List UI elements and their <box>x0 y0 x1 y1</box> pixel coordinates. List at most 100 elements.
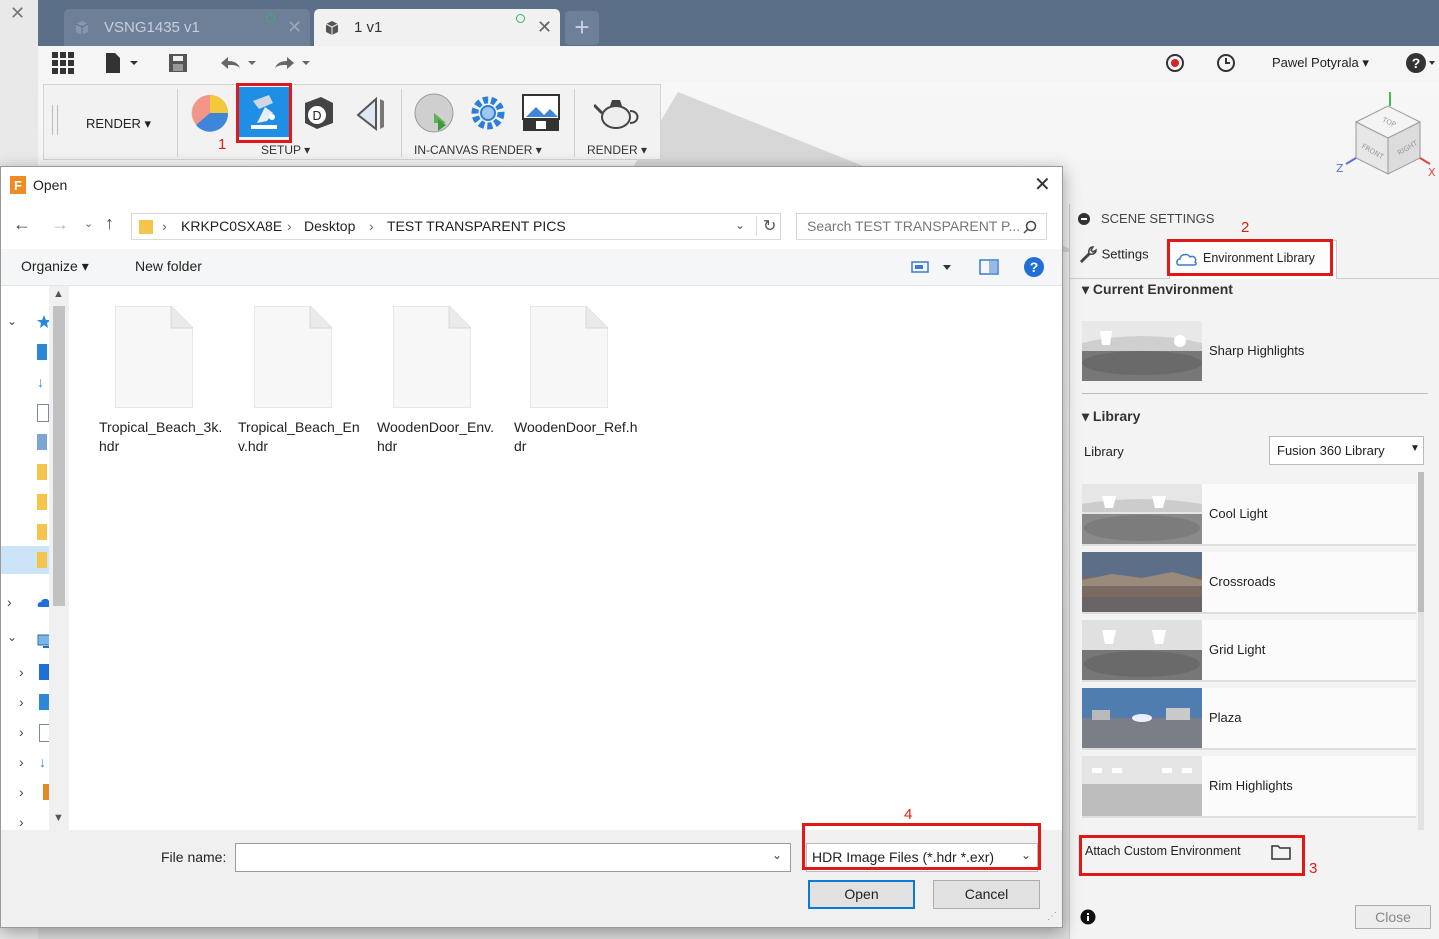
viewcube[interactable]: TOP FRONT RIGHT Z X <box>1334 88 1439 198</box>
cancel-button[interactable]: Cancel <box>933 880 1040 909</box>
library-select[interactable]: Fusion 360 Library ▼ <box>1269 436 1424 465</box>
chevron-down-icon[interactable]: ⌄ <box>7 314 17 328</box>
recent-locations-chevron-icon[interactable]: ⌄ <box>84 217 93 230</box>
forward-arrow-icon[interactable]: → <box>51 214 69 235</box>
breadcrumb[interactable]: › KRKPC0SXA8E › Desktop › TEST TRANSPARE… <box>131 213 781 240</box>
setup-group-label[interactable]: SETUP ▾ <box>261 143 310 157</box>
scroll-thumb[interactable] <box>53 306 65 606</box>
file-name-input[interactable]: ⌄ <box>235 843 791 872</box>
refresh-icon[interactable]: ↻ <box>756 216 776 236</box>
in-canvas-render-settings-gear-icon[interactable] <box>466 91 510 135</box>
in-canvas-render-icon[interactable] <box>414 91 458 135</box>
file-name: WoodenDoor_Ref.hdr <box>514 419 638 454</box>
new-tab-button[interactable]: + <box>565 11 599 45</box>
new-folder-button[interactable]: New folder <box>135 258 202 274</box>
document-tab-inactive[interactable]: VSNG1435 v1 ✕ <box>64 9 310 46</box>
chevron-down-icon[interactable]: ⌄ <box>7 630 17 644</box>
organize-menu[interactable]: Organize ▾ <box>21 258 89 275</box>
navigation-pane[interactable]: ⌄ ↓ › ⌄ › › › › ↓ › › ▲ ▼ <box>1 286 69 830</box>
svg-text:?: ? <box>1412 55 1421 71</box>
scene-settings-panel: SCENE SETTINGS Settings Environment Libr… <box>1069 204 1439 939</box>
user-account-menu[interactable]: Pawel Potyrala ▾ <box>1272 55 1369 71</box>
decal-icon[interactable] <box>350 93 390 133</box>
scroll-down-icon[interactable]: ▼ <box>53 812 64 824</box>
chevron-right-icon[interactable]: › <box>19 724 24 740</box>
file-icon <box>530 306 608 408</box>
folder-icon <box>37 524 47 540</box>
close-button[interactable]: Close <box>1355 905 1431 929</box>
file-name: Tropical_Beach_3k.hdr <box>99 419 223 454</box>
environment-item-rim-highlights[interactable]: Rim Highlights <box>1082 756 1416 818</box>
environment-item-cool-light[interactable]: Cool Light <box>1082 484 1416 546</box>
record-icon[interactable] <box>1165 53 1185 73</box>
save-icon[interactable] <box>168 52 188 74</box>
drive-icon <box>39 664 49 680</box>
breadcrumb-item[interactable]: TEST TRANSPARENT PICS <box>387 218 566 234</box>
help-icon[interactable]: ? <box>1024 257 1044 277</box>
selected-nav-row[interactable] <box>1 546 51 574</box>
chevron-down-icon[interactable]: ⌄ <box>735 218 745 232</box>
up-arrow-icon[interactable]: ↑ <box>105 213 114 234</box>
render-group-label[interactable]: RENDER ▾ <box>587 143 647 157</box>
environment-name: Sharp Highlights <box>1209 343 1305 358</box>
appearance-icon[interactable] <box>190 93 230 133</box>
close-window-icon[interactable]: ✕ <box>10 3 25 24</box>
file-name-label: File name: <box>161 849 227 865</box>
documents-icon <box>37 404 49 422</box>
z-axis-label: Z <box>1336 162 1344 175</box>
back-arrow-icon[interactable]: ← <box>13 214 31 235</box>
in-canvas-render-group-label[interactable]: IN-CANVAS RENDER ▾ <box>414 143 542 157</box>
info-icon[interactable] <box>1080 909 1096 925</box>
workspace-switcher[interactable]: RENDER ▾ <box>86 116 151 132</box>
desktop-icon <box>37 344 47 360</box>
divider <box>574 89 575 157</box>
chevron-right-icon[interactable]: › <box>19 814 24 830</box>
search-field[interactable]: Search TEST TRANSPARENT P... <box>796 213 1047 240</box>
toolbar-grip <box>52 105 58 135</box>
collapse-panel-icon[interactable] <box>1078 213 1090 225</box>
document-tab-active[interactable]: 1 v1 ✕ <box>314 9 560 46</box>
chevron-down-icon[interactable]: ⌄ <box>772 848 782 862</box>
undo-icon[interactable] <box>218 52 258 74</box>
texture-map-controls-icon[interactable]: D <box>299 93 339 133</box>
file-menu-icon[interactable] <box>104 52 138 74</box>
data-panel-grid-icon[interactable] <box>52 52 74 74</box>
tab-settings[interactable]: Settings <box>1078 244 1149 268</box>
quick-access-toolbar: Pawel Potyrala ▾ ? <box>38 46 1439 83</box>
environment-thumbnail <box>1082 552 1202 612</box>
capture-image-icon[interactable] <box>520 91 564 135</box>
library-label: Library <box>1084 444 1124 459</box>
chevron-right-icon[interactable]: › <box>19 784 24 800</box>
chevron-right-icon[interactable]: › <box>19 664 24 680</box>
chevron-right-icon[interactable]: › <box>7 594 12 610</box>
svg-text:D: D <box>312 109 321 123</box>
annotation-box-1 <box>236 83 292 143</box>
environment-list-scrollbar[interactable] <box>1418 472 1424 830</box>
breadcrumb-item[interactable]: KRKPC0SXA8E <box>181 218 282 234</box>
change-view-icon[interactable] <box>911 261 951 273</box>
render-teapot-icon[interactable] <box>594 93 640 133</box>
scroll-up-icon[interactable]: ▲ <box>53 288 64 300</box>
navigation-scrollbar[interactable]: ▲ ▼ <box>49 286 69 830</box>
close-tab-icon[interactable]: ✕ <box>537 17 552 38</box>
chevron-right-icon[interactable]: › <box>19 694 24 710</box>
environment-item-plaza[interactable]: Plaza <box>1082 688 1416 750</box>
environment-name: Crossroads <box>1209 574 1276 589</box>
annotation-box-2 <box>1167 239 1333 276</box>
help-icon[interactable]: ? <box>1406 52 1436 74</box>
redo-icon[interactable] <box>272 52 312 74</box>
job-status-clock-icon[interactable] <box>1216 53 1236 73</box>
environment-item-crossroads[interactable]: Crossroads <box>1082 552 1416 614</box>
close-dialog-icon[interactable]: ✕ <box>1034 172 1051 197</box>
annotation-box-4 <box>802 823 1041 870</box>
svg-text:?: ? <box>1030 259 1039 275</box>
resize-grip-icon[interactable]: ⋰ <box>1047 911 1057 922</box>
chevron-right-icon[interactable]: › <box>19 754 24 770</box>
close-tab-icon[interactable]: ✕ <box>287 17 302 38</box>
open-button[interactable]: Open <box>808 880 915 909</box>
divider <box>1082 393 1428 394</box>
breadcrumb-item[interactable]: Desktop <box>304 218 355 234</box>
environment-item-grid-light[interactable]: Grid Light <box>1082 620 1416 682</box>
preview-pane-icon[interactable] <box>979 259 999 275</box>
command-bar: Organize ▾ New folder ? <box>1 249 1062 286</box>
